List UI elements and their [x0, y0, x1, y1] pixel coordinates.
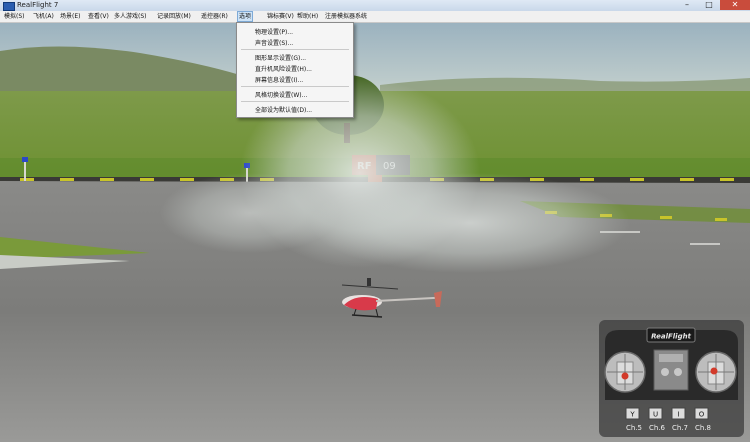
transmitter-overlay: RealFlight Y Ch.5 U Ch.6 I Ch.7 O Ch.8 — [599, 320, 744, 437]
channel-key-label: O — [699, 411, 705, 419]
window-title: RealFlight 7 — [17, 1, 59, 9]
menu-options[interactable]: 选项 — [237, 11, 254, 22]
channel-key-label: I — [677, 411, 679, 419]
channel-label: Ch.7 — [672, 424, 688, 432]
channel-label: Ch.8 — [695, 424, 711, 432]
menu-controller[interactable]: 遥控器(R) — [200, 11, 229, 22]
app-icon — [3, 2, 15, 11]
maximize-button[interactable]: □ — [698, 0, 720, 10]
channel-key-label: U — [653, 411, 658, 419]
menu-item-graphics-settings[interactable]: 图形显示设置(G)... — [255, 53, 306, 62]
left-stick — [604, 351, 646, 393]
options-dropdown: 物理设置(P)... 声音设置(S)... 图形显示设置(G)... 直升机风险… — [236, 22, 354, 118]
menu-record-playback[interactable]: 记录回放(M) — [156, 11, 192, 22]
menu-help[interactable]: 帮助(H) — [296, 11, 319, 22]
menu-tournament[interactable]: 锦标赛(V) — [266, 11, 295, 22]
menu-simulation[interactable]: 模拟(S) — [3, 11, 26, 22]
menu-item-screen-info-settings[interactable]: 屏幕信息设置(I)... — [255, 75, 303, 84]
close-button[interactable]: ✕ — [720, 0, 750, 10]
menu-separator — [241, 101, 349, 102]
menu-separator — [241, 86, 349, 87]
menu-item-style-switch-settings[interactable]: 风格切换设置(W)... — [255, 90, 307, 99]
menu-item-reset-defaults[interactable]: 全部设为默认值(D)... — [255, 105, 312, 114]
channel-key-label: Y — [629, 411, 635, 419]
menu-bar: 模拟(S) 飞机(A) 场景(E) 查看(V) 多人游戏(S) 记录回放(M) … — [0, 11, 750, 23]
menu-multiplayer[interactable]: 多人游戏(S) — [113, 11, 148, 22]
channel-label: Ch.6 — [649, 424, 666, 432]
menu-item-sound-settings[interactable]: 声音设置(S)... — [255, 38, 293, 47]
minimize-button[interactable]: – — [676, 0, 698, 10]
right-stick — [695, 351, 737, 393]
channel-label: Ch.5 — [626, 424, 642, 432]
menu-separator — [241, 49, 349, 50]
menu-register[interactable]: 注册模拟器系统 — [324, 11, 368, 22]
transmitter-brand: RealFlight — [651, 333, 691, 341]
menu-item-physics-settings[interactable]: 物理设置(P)... — [255, 27, 293, 36]
menu-item-helicopter-settings[interactable]: 直升机风险设置(H)... — [255, 64, 312, 73]
menu-environment[interactable]: 场景(E) — [59, 11, 81, 22]
menu-aircraft[interactable]: 飞机(A) — [32, 11, 55, 22]
menu-view[interactable]: 查看(V) — [87, 11, 110, 22]
